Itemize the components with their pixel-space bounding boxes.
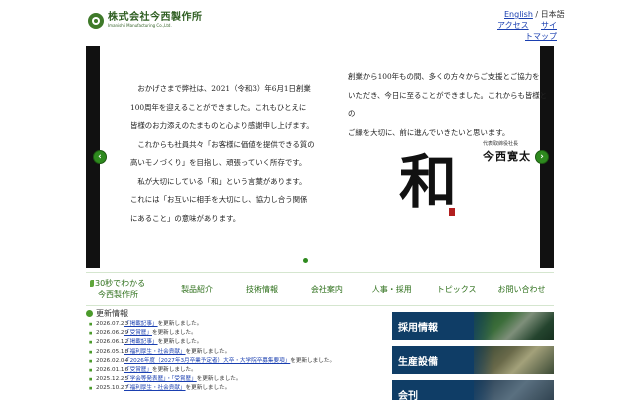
message-line: 100周年を迎えることができました。これもひとえに — [130, 102, 307, 112]
equipment-banner[interactable]: 生産設備 — [392, 346, 554, 374]
news-item: 2025.12.25「学会等発表歴」・「受賞歴」を更新しました。 — [86, 375, 376, 384]
third-banner[interactable]: 会刊 — [392, 380, 554, 400]
utility-links: アクセス サイ トマップ — [497, 20, 557, 42]
wa-calligraphy-glyph: 和 — [399, 148, 457, 212]
company-logo[interactable]: 株式会社今西製作所 Imanishi Manufacturing Co.,Ltd… — [88, 12, 203, 29]
japanese-current: 日本語 — [540, 10, 565, 19]
banner-label: 生産設備 — [398, 357, 438, 368]
news-item: 2026.02.04「2026年度（2027年3月卒業予定者）大卒・大学院卒募集… — [86, 357, 376, 366]
news-item: 2026.07.23「掲載記事」を更新しました。 — [86, 320, 376, 329]
message-line: いただき、今日に至ることができました。これからも皆様との — [348, 90, 548, 119]
slide-indicator-dot[interactable] — [303, 258, 308, 263]
banner-label: 採用情報 — [398, 323, 438, 334]
nav-recruitment[interactable]: 人事・採用 — [359, 284, 424, 295]
logo-english-name: Imanishi Manufacturing Co.,Ltd. — [108, 23, 172, 28]
wa-calligraphy: 和 — [399, 148, 457, 212]
global-nav: 30秒でわかる 今西製作所 製品紹介 技術情報 会社案内 人事・採用 トピックス… — [86, 272, 554, 306]
nav-company[interactable]: 会社案内 — [294, 284, 359, 295]
news-item: 2025.10.27「福利厚生・社会貢献」を更新しました。 — [86, 384, 376, 393]
nav-contact[interactable]: お問い合わせ — [489, 284, 554, 295]
message-line: これには「お互いに相手を大切にし、協力し合う関係 — [130, 195, 308, 204]
news-item: 2026.05.18「福利厚生・社会貢献」を更新しました。 — [86, 348, 376, 357]
president-message-right: 創業から100年もの間、多くの方々からご支援とご協力を いただき、今日に至ること… — [348, 68, 548, 142]
nav-topics[interactable]: トピックス — [424, 284, 489, 295]
message-line: 高いモノづくり」を目指し、頑張っていく所存です。 — [130, 158, 307, 167]
president-message-left: おかげさまで弊社は、2021（令和3）年6月1日創業 100周年を迎えることがで… — [130, 80, 330, 228]
message-line: これからも社員共々「お客様に価値を提供できる質の — [130, 139, 315, 149]
message-line: にあること」の意味があります。 — [130, 213, 241, 223]
english-link[interactable]: English — [504, 10, 533, 19]
site-header: 株式会社今西製作所 Imanishi Manufacturing Co.,Ltd… — [0, 0, 640, 44]
message-line: 創業から100年もの間、多くの方々からご支援とご協力を — [348, 72, 540, 81]
sitemap-link-part2[interactable]: トマップ — [525, 32, 557, 41]
news-item: 2026.06.12「掲載記事」を更新しました。 — [86, 338, 376, 347]
language-separator: / — [532, 10, 541, 19]
red-seal-stamp — [449, 208, 455, 216]
message-line: 私が大切にしている「和」という言葉があります。 — [130, 176, 307, 186]
news-list: 2026.07.23「掲載記事」を更新しました。 2026.06.29「受賞歴」… — [86, 320, 376, 394]
news-item: 2026.06.29「受賞歴」を更新しました。 — [86, 329, 376, 338]
access-link[interactable]: アクセス — [497, 20, 529, 31]
nav-30sec-overview[interactable]: 30秒でわかる 今西製作所 — [86, 278, 165, 300]
language-switcher: English / 日本語 — [504, 9, 565, 20]
news-section: 更新情報 2026.07.23「掲載記事」を更新しました。 2026.06.29… — [86, 306, 376, 400]
recruit-banner[interactable]: 採用情報 — [392, 312, 554, 340]
nav-technology[interactable]: 技術情報 — [230, 284, 295, 295]
slide-prev-button[interactable]: ‹ — [93, 150, 107, 164]
logo-mark-icon — [88, 12, 104, 29]
slide-next-button[interactable]: › — [535, 150, 549, 164]
green-bullet-icon — [86, 310, 93, 317]
news-item: 2026.01.16「受賞歴」を更新しました。 — [86, 366, 376, 375]
message-line: おかげさまで弊社は、2021（令和3）年6月1日創業 — [130, 84, 311, 93]
leaf-icon — [90, 280, 94, 287]
news-heading: 更新情報 — [86, 306, 376, 319]
signature-name: 今西寛太 — [483, 150, 531, 163]
message-line: 皆様のお力添えのたまものと心より感謝申し上げます。 — [130, 121, 314, 130]
logo-japanese-name: 株式会社今西製作所 — [108, 12, 203, 23]
signature-title: 代表取締役社長 — [483, 141, 519, 147]
nav-products[interactable]: 製品紹介 — [165, 284, 230, 295]
banner-label: 会刊 — [398, 391, 418, 400]
sitemap-link-part1[interactable]: サイ — [541, 20, 557, 31]
